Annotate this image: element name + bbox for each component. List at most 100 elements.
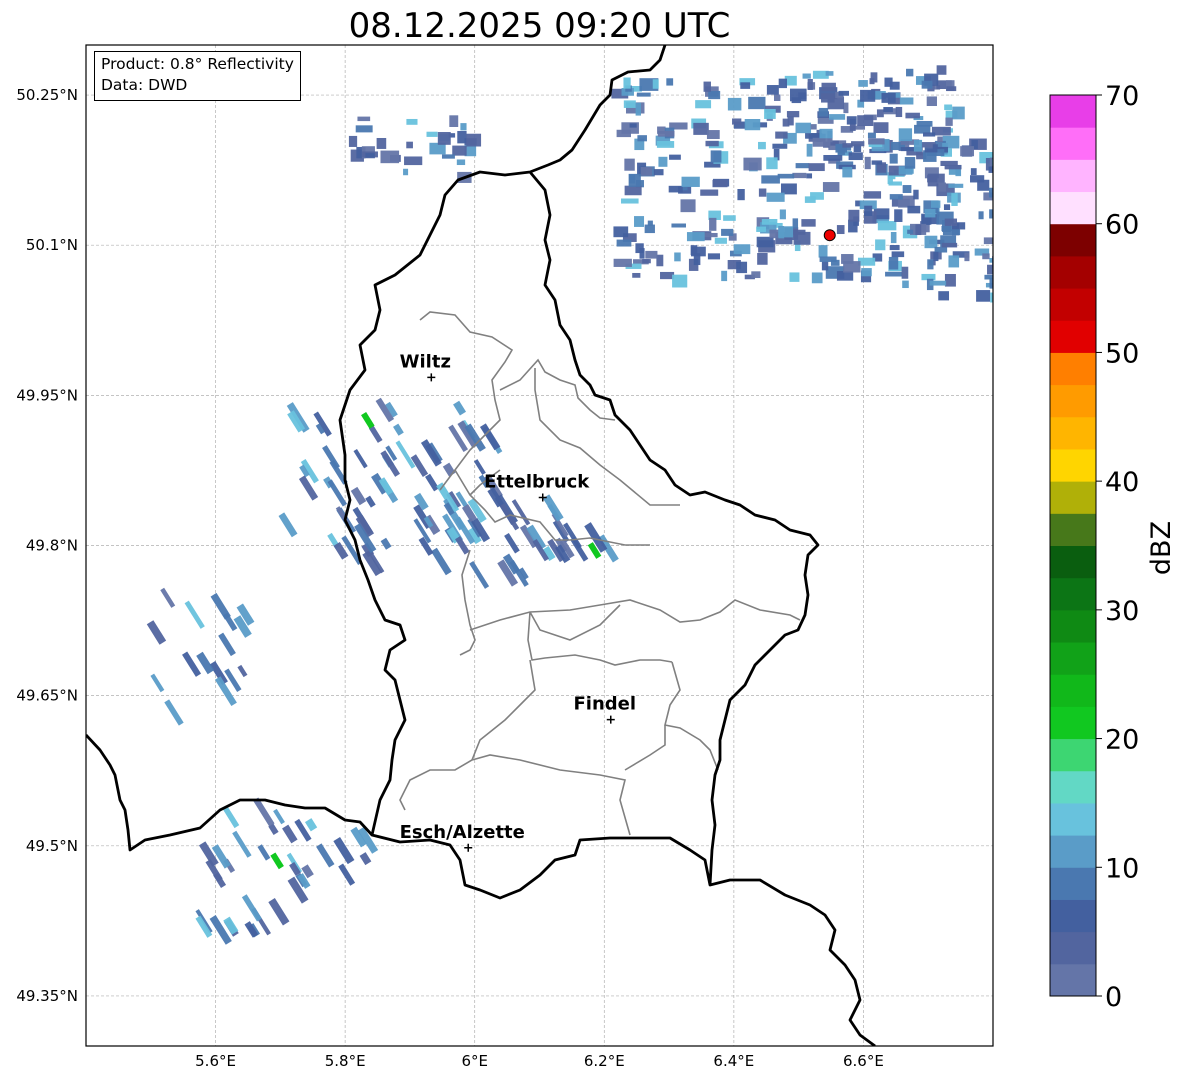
radar-echo <box>681 176 700 187</box>
radar-echo <box>871 160 883 165</box>
radar-echo <box>825 71 834 76</box>
radar-echo <box>933 251 939 262</box>
radar-echo <box>983 237 993 245</box>
radar-echo <box>842 166 853 178</box>
radar-echo <box>952 106 965 120</box>
radar-echo <box>758 141 766 150</box>
radar-echo <box>807 78 813 90</box>
radar-echo <box>789 272 800 282</box>
radar-echo <box>756 236 774 248</box>
radar-echo <box>838 90 849 96</box>
radar-echo <box>437 132 451 145</box>
radar-echo <box>976 290 991 302</box>
radar-echo <box>876 109 884 118</box>
radar-echo <box>623 100 636 108</box>
radar-echo <box>889 153 898 164</box>
radar-echo <box>644 224 655 234</box>
radar-echo <box>899 97 914 105</box>
radar-echo <box>624 158 635 171</box>
radar-echo <box>810 124 817 130</box>
colorbar-tick-label: 20 <box>1105 725 1139 756</box>
radar-echo <box>700 189 719 196</box>
radar-echo <box>864 156 871 170</box>
radar-echo <box>710 150 722 163</box>
colorbar: 0 10 20 30 40 50 60 70 <box>1049 81 1139 1013</box>
radar-echo <box>380 150 400 164</box>
radar-echo <box>778 226 794 238</box>
radar-echo <box>891 251 905 258</box>
radar-echo <box>940 160 958 166</box>
colorbar-tick-label: 40 <box>1105 467 1139 498</box>
lon-tick-label: 6°E <box>461 1052 488 1070</box>
radar-echo <box>907 229 914 234</box>
radar-echo <box>775 131 788 139</box>
radar-echo <box>733 244 751 255</box>
radar-echo <box>613 258 632 267</box>
radar-echo <box>613 226 629 238</box>
radar-echo <box>821 93 835 103</box>
radar-echo <box>795 163 810 169</box>
product-label: Product: 0.8° Reflectivity <box>101 55 294 73</box>
radar-echo <box>743 157 762 171</box>
radar-echo <box>992 256 993 269</box>
colorbar-segment <box>1050 577 1096 611</box>
radar-echo <box>777 173 795 179</box>
radar-echo <box>376 137 387 149</box>
city-label: Wiltz <box>400 351 451 372</box>
radar-echo <box>721 270 728 282</box>
radar-echo <box>404 156 423 166</box>
colorbar-tick-label: 70 <box>1105 81 1139 112</box>
colorbar-segment <box>1050 223 1096 257</box>
radar-echo <box>921 80 933 89</box>
radar-echo <box>756 226 766 232</box>
colorbar-segment <box>1050 95 1096 128</box>
radar-echo <box>811 272 823 284</box>
radar-echo <box>668 185 683 193</box>
lat-tick-label: 49.95°N <box>16 386 78 404</box>
radar-echo <box>616 239 632 247</box>
lon-tick-label: 6.2°E <box>584 1052 625 1070</box>
colorbar-segment <box>1050 642 1096 675</box>
radar-echo <box>924 235 938 249</box>
radar-echo <box>884 77 893 87</box>
radar-echo <box>708 90 721 100</box>
radar-echo <box>857 115 874 127</box>
radar-echo <box>906 68 914 77</box>
radar-echo <box>902 185 912 193</box>
radar-echo <box>721 228 734 236</box>
radar-echo <box>991 159 993 166</box>
radar-echo <box>403 168 409 176</box>
city-label: Findel <box>573 694 636 715</box>
radar-echo <box>861 268 872 277</box>
radar-echo <box>929 280 947 286</box>
colorbar-segment <box>1050 513 1096 546</box>
radar-echo <box>926 96 937 107</box>
radar-echo <box>766 192 785 202</box>
radar-echo <box>902 280 909 289</box>
radar-echo <box>723 215 736 221</box>
radar-echo <box>881 92 896 103</box>
radar-echo <box>923 132 936 137</box>
radar-echo <box>808 163 825 172</box>
radar-echo <box>406 141 413 149</box>
radar-echo <box>764 108 776 119</box>
colorbar-segment <box>1050 899 1096 933</box>
radar-echo <box>888 256 899 270</box>
colorbar-segment <box>1050 481 1096 514</box>
radar-echo <box>863 191 882 199</box>
radar-echo <box>924 209 936 218</box>
colorbar-segment <box>1050 448 1096 482</box>
radar-echo <box>778 78 788 89</box>
radar-echo <box>978 211 984 220</box>
radar-echo <box>843 261 861 273</box>
radar-echo <box>870 72 878 83</box>
radar-echo <box>674 252 681 262</box>
radar-echo <box>740 82 751 89</box>
radar-echo <box>944 104 953 111</box>
radar-echo <box>915 224 922 236</box>
radar-echo <box>889 245 900 251</box>
latitude-tick-labels: 50.25°N 50.1°N 49.95°N 49.8°N 49.65°N 49.5°N 4… <box>16 86 78 1005</box>
radar-echo <box>635 102 641 116</box>
radar-echo <box>944 273 956 287</box>
radar-echo <box>822 182 840 192</box>
